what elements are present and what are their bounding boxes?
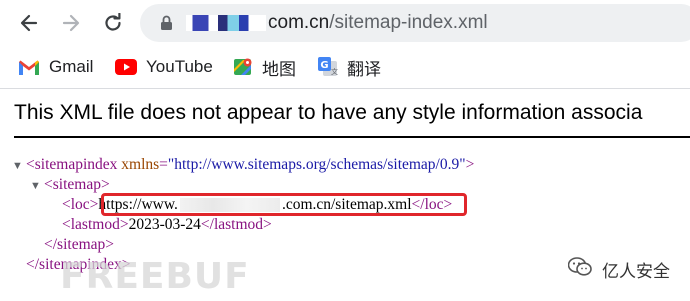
xml-line-lastmod: <lastmod>2023-03-24</lastmod> xyxy=(62,215,272,235)
wechat-account-name: 亿人安全 xyxy=(602,262,670,281)
back-arrow-icon xyxy=(20,14,38,32)
url-path: /sitemap-index.xml xyxy=(329,12,488,33)
translate-icon: G 文 xyxy=(318,57,338,77)
xml-style-notice: This XML file does not appear to have an… xyxy=(14,101,643,124)
xml-line-sitemap-close: </sitemap> xyxy=(44,235,114,255)
xml-tag: </sitemap> xyxy=(44,236,114,253)
xml-tag: <sitemapindex xyxy=(26,156,118,173)
address-bar[interactable]: com.cn/sitemap-index.xml xyxy=(140,4,690,42)
xml-line-sitemap-open: ▼ <sitemap> xyxy=(30,175,110,197)
browser-toolbar: com.cn/sitemap-index.xml xyxy=(0,0,690,46)
wechat-logo-icon xyxy=(567,257,592,282)
back-button[interactable] xyxy=(14,8,44,38)
redacted-domain xyxy=(186,14,266,31)
bookmarks-bar: Gmail YouTube 地图 G 文 翻译 xyxy=(0,46,690,89)
xml-tag: > xyxy=(465,156,475,173)
bookmark-gmail[interactable]: Gmail xyxy=(18,55,93,79)
bookmark-label: YouTube xyxy=(146,57,213,76)
wechat-watermark: 亿人安全 xyxy=(567,257,670,282)
url-host-suffix: com.cn xyxy=(268,12,330,33)
xml-attr-name: xmlns xyxy=(121,156,160,173)
reload-icon xyxy=(105,13,121,31)
svg-text:G: G xyxy=(320,60,328,71)
xml-attr-value: "http://www.sitemaps.org/schemas/sitemap… xyxy=(167,156,466,173)
bookmark-label: 翻译 xyxy=(347,59,381,79)
bookmark-translate[interactable]: G 文 翻译 xyxy=(318,55,381,79)
forward-arrow-icon xyxy=(62,14,80,32)
collapse-toggle-icon[interactable]: ▼ xyxy=(30,177,44,197)
lastmod-value: 2023-03-24 xyxy=(128,216,201,233)
xml-tag: <sitemap> xyxy=(44,176,110,193)
gmail-icon xyxy=(18,59,40,76)
bookmark-label: Gmail xyxy=(49,57,94,76)
notice-divider xyxy=(14,136,690,138)
collapse-toggle-icon[interactable]: ▼ xyxy=(12,157,26,177)
bookmark-label: 地图 xyxy=(262,59,296,79)
highlight-box xyxy=(101,193,467,216)
bookmark-maps[interactable]: 地图 xyxy=(233,55,296,79)
url-text: com.cn/sitemap-index.xml xyxy=(186,12,488,34)
maps-icon xyxy=(233,57,253,77)
lock-icon xyxy=(161,15,172,30)
xml-tag: </lastmod> xyxy=(200,216,272,233)
bookmark-youtube[interactable]: YouTube xyxy=(115,55,213,79)
xml-tag: <loc> xyxy=(62,196,99,213)
freebuf-watermark: FREEBUF xyxy=(60,256,250,297)
xml-line-root-open: ▼ <sitemapindex xmlns="http://www.sitemap… xyxy=(12,155,474,177)
youtube-icon xyxy=(115,59,137,75)
forward-button[interactable] xyxy=(56,8,86,38)
reload-button[interactable] xyxy=(98,8,128,38)
xml-tag: <lastmod> xyxy=(62,216,129,233)
svg-text:文: 文 xyxy=(331,67,338,76)
